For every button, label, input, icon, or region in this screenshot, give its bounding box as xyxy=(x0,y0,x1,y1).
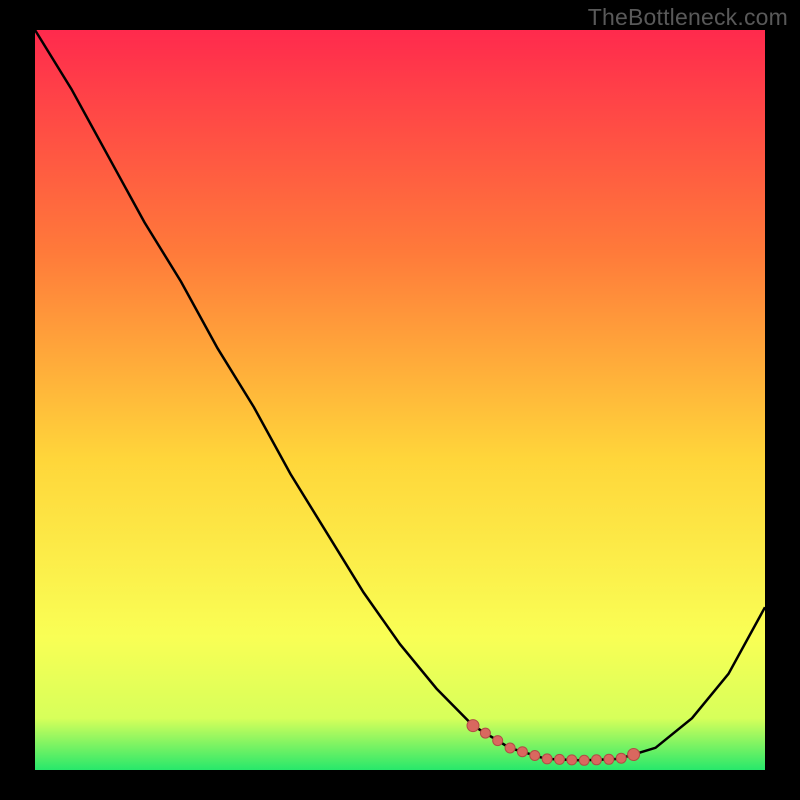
marker-dot xyxy=(604,754,614,764)
marker-dot xyxy=(579,755,589,765)
marker-dot xyxy=(616,753,626,763)
marker-dot xyxy=(517,747,527,757)
marker-dot xyxy=(480,728,490,738)
chart-frame: TheBottleneck.com xyxy=(0,0,800,800)
bottleneck-chart xyxy=(0,0,800,800)
marker-dot xyxy=(467,720,479,732)
gradient-background xyxy=(35,30,765,770)
marker-dot xyxy=(493,736,503,746)
marker-dot xyxy=(542,754,552,764)
watermark-text: TheBottleneck.com xyxy=(588,4,788,31)
marker-dot xyxy=(530,751,540,761)
marker-dot xyxy=(628,749,640,761)
marker-dot xyxy=(567,755,577,765)
marker-dot xyxy=(505,743,515,753)
marker-dot xyxy=(555,754,565,764)
marker-dot xyxy=(592,755,602,765)
